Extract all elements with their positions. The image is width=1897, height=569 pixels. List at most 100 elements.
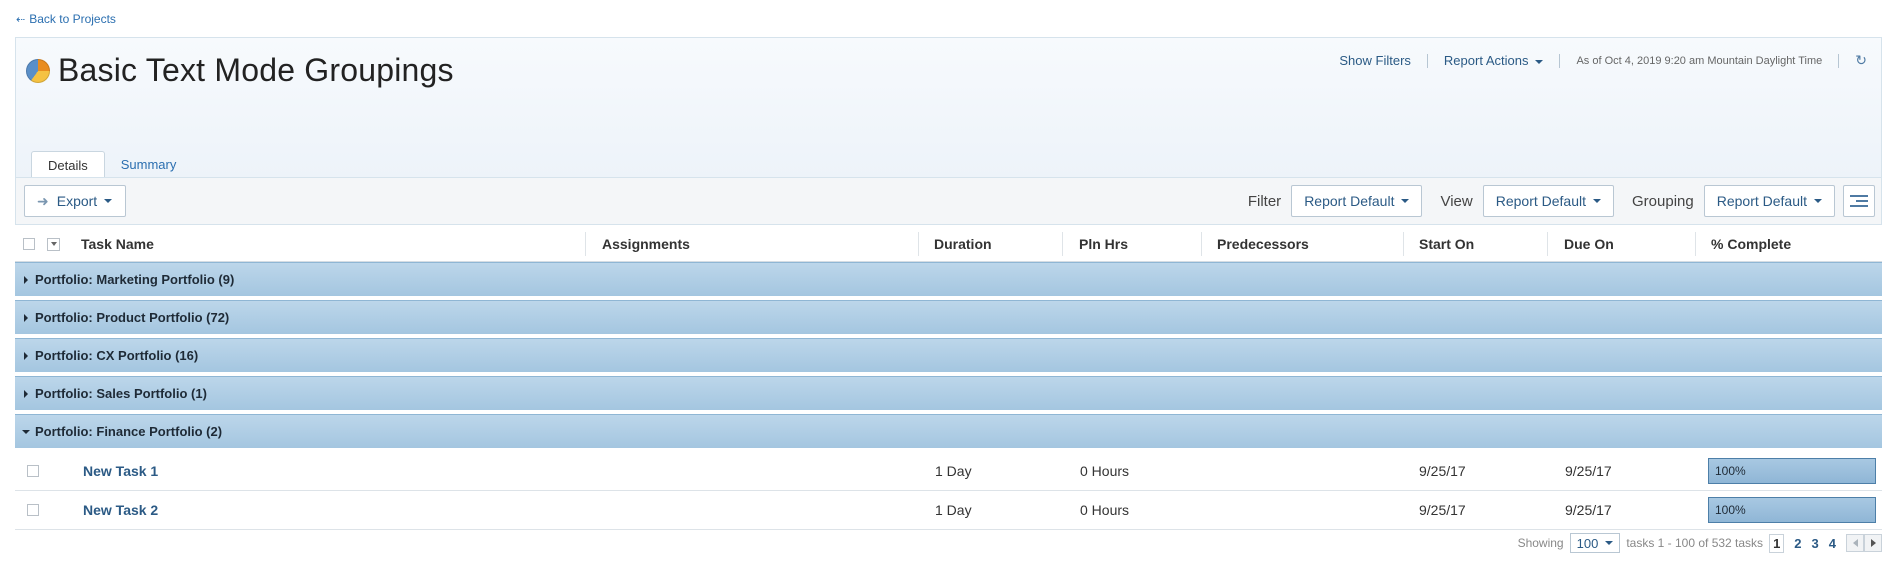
due-on-cell: 9/25/17 (1565, 502, 1612, 518)
column-divider (1695, 232, 1696, 256)
caret-down-icon (104, 199, 113, 203)
chevron-right-icon (1870, 539, 1876, 547)
view-select[interactable]: Report Default (1482, 185, 1614, 217)
expand-icon (17, 351, 35, 360)
tab-summary[interactable]: Summary (105, 150, 193, 178)
group-label: Portfolio: Marketing Portfolio (9) (35, 272, 235, 287)
page-2-link[interactable]: 2 (1794, 536, 1801, 551)
caret-down-icon (1593, 199, 1601, 203)
percent-complete-label: 100% (1715, 464, 1746, 478)
report-tabs: Details Summary (31, 150, 193, 179)
group-label: Portfolio: Product Portfolio (72) (35, 310, 230, 325)
chevron-left-icon (1852, 539, 1858, 547)
back-to-projects-label: Back to Projects (29, 12, 116, 26)
column-header-task-name[interactable]: Task Name (81, 226, 154, 262)
row-checkbox-cell (27, 452, 39, 490)
group-label: Portfolio: CX Portfolio (16) (35, 348, 199, 363)
column-header-assignments[interactable]: Assignments (602, 226, 690, 262)
duration-cell: 1 Day (935, 463, 972, 479)
select-menu-dropdown[interactable] (47, 237, 60, 251)
group-label: Portfolio: Finance Portfolio (2) (35, 424, 223, 439)
expand-icon (17, 313, 35, 322)
table-row: New Task 1 1 Day 0 Hours 9/25/17 9/25/17… (15, 452, 1882, 491)
expand-icon (17, 275, 35, 284)
column-header-duration[interactable]: Duration (934, 226, 992, 262)
view-value: Report Default (1495, 193, 1586, 209)
back-to-projects-link[interactable]: ⇠ Back to Projects (16, 12, 116, 26)
group-row-marketing[interactable]: Portfolio: Marketing Portfolio (9) (15, 262, 1882, 298)
group-row-sales[interactable]: Portfolio: Sales Portfolio (1) (15, 376, 1882, 412)
back-arrow-icon: ⇠ (16, 13, 26, 26)
grouping-value: Report Default (1716, 193, 1807, 209)
column-header-predecessors[interactable]: Predecessors (1217, 226, 1309, 262)
next-page-button[interactable] (1864, 534, 1882, 552)
grouping-select[interactable]: Report Default (1703, 185, 1835, 217)
collapse-icon (17, 429, 35, 434)
group-row-finance[interactable]: Portfolio: Finance Portfolio (2) (15, 414, 1882, 450)
column-divider (1201, 232, 1202, 256)
due-on-cell: 9/25/17 (1565, 463, 1612, 479)
select-all-checkbox[interactable] (23, 238, 35, 250)
percent-complete-bar: 100% (1708, 497, 1876, 523)
report-actions-label: Report Actions (1443, 53, 1529, 68)
showing-label: Showing (1517, 536, 1564, 550)
range-text: tasks 1 - 100 of 532 tasks (1626, 536, 1764, 550)
start-on-cell: 9/25/17 (1419, 502, 1466, 518)
pie-chart-icon (26, 58, 50, 83)
column-divider (1547, 232, 1548, 256)
grouping-label: Grouping (1632, 192, 1694, 210)
header-actions: Show Filters Report Actions As of Oct 4,… (1339, 52, 1867, 69)
column-header-pln-hrs[interactable]: Pln Hrs (1079, 226, 1128, 262)
column-divider (1062, 232, 1063, 256)
refresh-icon[interactable]: ↻ (1855, 52, 1867, 69)
report-actions-menu[interactable]: Report Actions (1444, 53, 1544, 68)
prev-page-button[interactable] (1846, 534, 1864, 552)
expand-icon (17, 389, 35, 398)
row-checkbox-cell (27, 491, 39, 529)
row-checkbox[interactable] (27, 504, 39, 516)
export-arrow-icon: ➜ (37, 192, 49, 209)
report-toolbar: ➜ Export Filter Report Default View Repo… (15, 177, 1882, 225)
percent-complete-bar: 100% (1708, 458, 1876, 484)
caret-down-icon (1401, 199, 1410, 203)
column-divider (585, 232, 586, 256)
percent-complete-label: 100% (1715, 503, 1746, 517)
column-settings-icon (1850, 195, 1868, 207)
title-row: Basic Text Mode Groupings (26, 52, 454, 89)
select-all-checkbox-cell (23, 226, 35, 262)
toolbar-right: Filter Report Default View Report Defaul… (1230, 185, 1875, 217)
page-4-link[interactable]: 4 (1829, 536, 1836, 551)
caret-down-icon (1814, 199, 1822, 203)
page-1-link[interactable]: 1 (1769, 533, 1785, 553)
column-divider (1403, 232, 1404, 256)
group-row-product[interactable]: Portfolio: Product Portfolio (72) (15, 300, 1882, 336)
task-name-link[interactable]: New Task 2 (83, 502, 158, 518)
group-label: Portfolio: Sales Portfolio (1) (35, 386, 207, 401)
column-settings-button[interactable] (1843, 185, 1875, 217)
separator (1559, 53, 1561, 68)
row-checkbox[interactable] (27, 465, 39, 477)
column-header-start-on[interactable]: Start On (1419, 226, 1474, 262)
filter-label: Filter (1247, 192, 1282, 210)
column-header-percent-complete[interactable]: % Complete (1711, 226, 1791, 262)
start-on-cell: 9/25/17 (1419, 463, 1466, 479)
page-size-value: 100 (1576, 535, 1599, 551)
separator (1426, 53, 1428, 68)
filter-select[interactable]: Report Default (1291, 185, 1423, 217)
column-header-due-on[interactable]: Due On (1564, 226, 1614, 262)
group-row-cx[interactable]: Portfolio: CX Portfolio (16) (15, 338, 1882, 374)
show-filters-link[interactable]: Show Filters (1339, 53, 1411, 68)
as-of-timestamp: As of Oct 4, 2019 9:20 am Mountain Dayli… (1576, 54, 1823, 67)
view-label: View (1440, 192, 1473, 210)
page-size-select[interactable]: 100 (1569, 533, 1621, 553)
task-name-link[interactable]: New Task 1 (83, 463, 158, 479)
grid-header: Task Name Assignments Duration Pln Hrs P… (15, 226, 1882, 262)
filter-value: Report Default (1304, 193, 1395, 209)
duration-cell: 1 Day (935, 502, 972, 518)
report-header: Basic Text Mode Groupings Show Filters R… (15, 37, 1882, 177)
caret-down-icon (1535, 59, 1544, 64)
export-button[interactable]: ➜ Export (24, 185, 126, 217)
tab-details[interactable]: Details (31, 151, 105, 179)
page-3-link[interactable]: 3 (1812, 536, 1819, 551)
pager-arrows (1846, 534, 1882, 552)
